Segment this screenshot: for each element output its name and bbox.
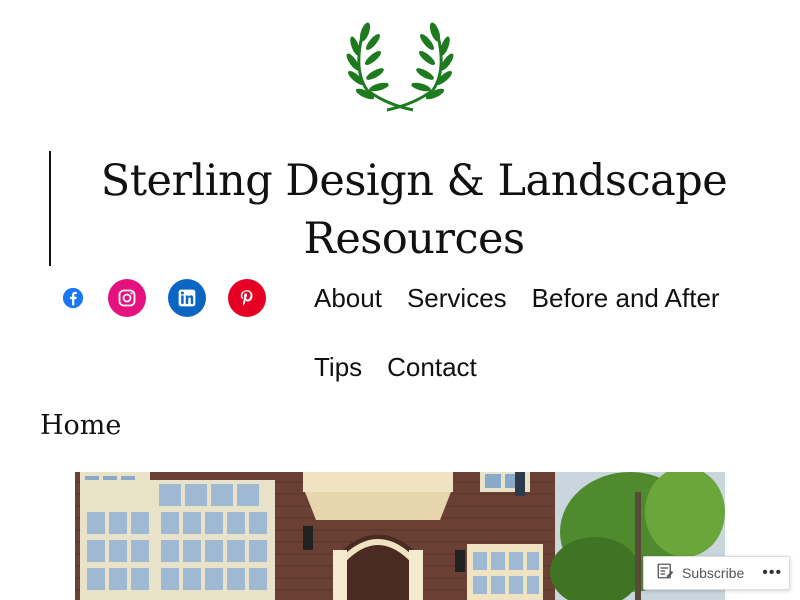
site-title[interactable]: Sterling Design & Landscape Resources xyxy=(60,152,768,268)
reader-icon[interactable] xyxy=(656,562,674,585)
subscribe-button[interactable]: Subscribe xyxy=(682,565,744,581)
instagram-icon[interactable] xyxy=(108,279,146,317)
nav-item-services[interactable]: Services xyxy=(407,283,507,314)
more-options-button[interactable]: ••• xyxy=(762,564,782,582)
nav-item-tips[interactable]: Tips xyxy=(314,352,362,383)
title-accent-bar xyxy=(49,151,51,266)
laurel-logo-icon[interactable] xyxy=(345,20,455,112)
nav-item-about[interactable]: About xyxy=(314,283,382,314)
facebook-icon[interactable] xyxy=(52,279,94,317)
main-navigation: About Services Before and After Tips Con… xyxy=(314,270,774,408)
nav-item-before-and-after[interactable]: Before and After xyxy=(532,283,720,314)
pinterest-icon[interactable] xyxy=(228,279,266,317)
page-title: Home xyxy=(40,410,122,441)
subscribe-bar: Subscribe ••• xyxy=(643,556,790,590)
social-links xyxy=(52,279,288,317)
nav-item-contact[interactable]: Contact xyxy=(387,352,477,383)
hero-house-image xyxy=(75,472,725,600)
linkedin-icon[interactable] xyxy=(168,279,206,317)
